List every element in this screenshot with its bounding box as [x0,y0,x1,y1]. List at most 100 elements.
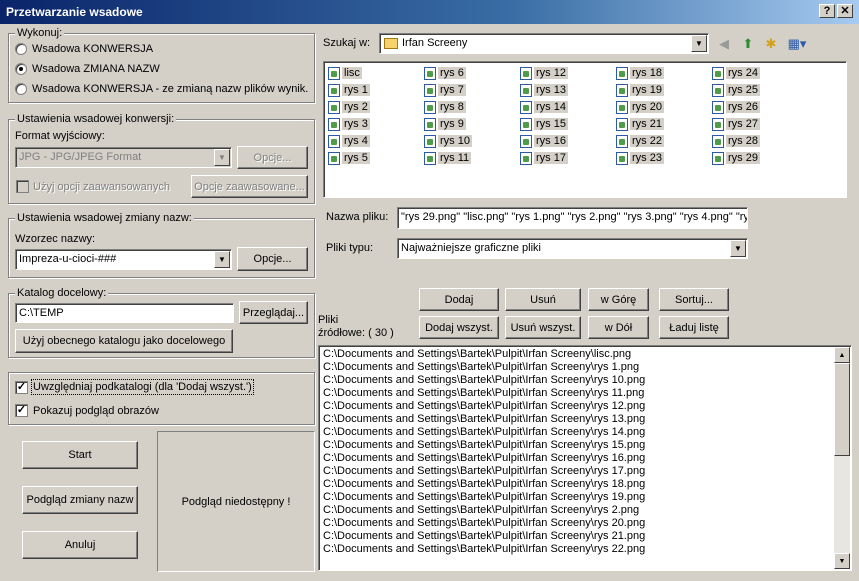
file-item[interactable]: rys 25 [712,82,764,98]
advanced-options-checkbox[interactable] [16,180,29,193]
list-item[interactable]: C:\Documents and Settings\Bartek\Pulpit\… [323,361,639,374]
preview-rename-button[interactable]: Podgląd zmiany nazw [22,486,138,514]
list-item[interactable]: C:\Documents and Settings\Bartek\Pulpit\… [323,374,645,387]
file-item[interactable]: rys 27 [712,116,764,132]
file-item[interactable]: rys 26 [712,99,764,115]
load-list-button[interactable]: Ładuj listę [659,316,729,339]
list-item[interactable]: C:\Documents and Settings\Bartek\Pulpit\… [323,348,631,361]
file-item[interactable]: rys 15 [520,116,572,132]
advanced-options-button[interactable]: Opcje zaawasowane... [191,175,308,198]
browse-button[interactable]: Przeglądaj... [239,301,308,324]
list-item[interactable]: C:\Documents and Settings\Bartek\Pulpit\… [323,439,645,452]
list-item[interactable]: C:\Documents and Settings\Bartek\Pulpit\… [323,530,645,543]
view-menu-icon[interactable]: ▦▾ [784,34,810,54]
file-item[interactable]: rys 9 [424,116,470,132]
format-select[interactable]: JPG - JPG/JPEG Format ▼ [15,147,232,168]
remove-all-button[interactable]: Usuń wszyst. [505,316,581,339]
file-item[interactable]: rys 1 [328,82,374,98]
file-item[interactable]: rys 29 [712,150,764,166]
file-item[interactable]: rys 18 [616,65,668,81]
file-item[interactable]: rys 13 [520,82,572,98]
file-item[interactable]: rys 5 [328,150,374,166]
start-button[interactable]: Start [22,441,138,469]
add-all-button[interactable]: Dodaj wszyst. [419,316,499,339]
new-folder-icon[interactable]: ✱ [761,34,781,54]
image-file-icon [328,117,340,131]
file-item[interactable]: rys 11 [424,150,475,166]
chevron-down-icon[interactable]: ▼ [214,149,230,166]
flags-group [8,372,315,425]
file-item[interactable]: rys 24 [712,65,764,81]
radio-rename-label[interactable]: Wsadowa ZMIANA NAZW [32,63,160,75]
radio-rename[interactable] [15,63,27,75]
radio-conversion[interactable] [15,43,27,55]
file-item[interactable]: rys 3 [328,116,374,132]
target-path-input[interactable]: C:\TEMP [15,303,234,323]
chevron-down-icon[interactable]: ▼ [730,240,746,257]
remove-button[interactable]: Usuń [505,288,581,311]
up-folder-icon[interactable]: ⬆ [738,34,758,54]
list-item[interactable]: C:\Documents and Settings\Bartek\Pulpit\… [323,504,639,517]
show-preview-checkbox[interactable]: ✓ [15,404,28,417]
list-item[interactable]: C:\Documents and Settings\Bartek\Pulpit\… [323,387,644,400]
include-subfolders-checkbox[interactable]: ✓ [15,381,28,394]
file-item[interactable]: rys 22 [616,133,668,149]
list-item[interactable]: C:\Documents and Settings\Bartek\Pulpit\… [323,517,645,530]
image-file-icon [616,83,628,97]
filetype-select[interactable]: Najważniejsze graficzne pliki ▼ [397,238,748,259]
move-up-button[interactable]: w Górę [588,288,649,311]
close-button[interactable]: ✕ [837,4,853,18]
include-subfolders-label[interactable]: Uwzględniaj podkatalogi (dla 'Dodaj wszy… [31,379,254,395]
rename-options-button[interactable]: Opcje... [237,247,308,271]
list-item[interactable]: C:\Documents and Settings\Bartek\Pulpit\… [323,400,645,413]
look-in-combo[interactable]: Irfan Screeny ▼ [379,33,709,54]
image-preview-panel: Podgląd niedostępny ! [157,431,315,572]
scroll-up-icon[interactable]: ▲ [834,347,850,363]
file-item[interactable]: rys 12 [520,65,572,81]
radio-conversion-label[interactable]: Wsadowa KONWERSJA [32,43,153,55]
list-item[interactable]: C:\Documents and Settings\Bartek\Pulpit\… [323,491,645,504]
advanced-options-label[interactable]: Użyj opcji zaawansowanych [33,181,170,193]
back-arrow-icon[interactable]: ◀ [714,34,734,54]
scroll-thumb[interactable] [834,363,850,456]
radio-conversion-rename[interactable] [15,83,27,95]
list-item[interactable]: C:\Documents and Settings\Bartek\Pulpit\… [323,413,645,426]
file-item[interactable]: rys 16 [520,133,572,149]
file-item[interactable]: rys 19 [616,82,668,98]
list-item[interactable]: C:\Documents and Settings\Bartek\Pulpit\… [323,426,645,439]
scroll-down-icon[interactable]: ▼ [834,553,850,569]
list-item[interactable]: C:\Documents and Settings\Bartek\Pulpit\… [323,452,645,465]
chevron-down-icon[interactable]: ▼ [691,35,707,52]
file-item[interactable]: rys 10 [424,133,476,149]
file-item[interactable]: rys 6 [424,65,470,81]
file-item[interactable]: rys 4 [328,133,374,149]
use-current-folder-button[interactable]: Użyj obecnego katalogu jako docelowego [15,329,233,353]
file-item[interactable]: lisc [328,65,366,81]
sort-button[interactable]: Sortuj... [659,288,729,311]
source-files-list[interactable]: C:\Documents and Settings\Bartek\Pulpit\… [318,345,852,571]
add-button[interactable]: Dodaj [419,288,499,311]
file-item[interactable]: rys 28 [712,133,764,149]
file-item[interactable]: rys 8 [424,99,470,115]
rename-group-title: Ustawienia wsadowej zmiany nazw: [15,212,194,224]
file-item[interactable]: rys 23 [616,150,668,166]
help-button[interactable]: ? [819,4,835,18]
list-item[interactable]: C:\Documents and Settings\Bartek\Pulpit\… [323,543,645,556]
file-browser-pane[interactable]: lisc rys 1 rys 2 rys 3 rys 4 rys 5 rys 6 rys 7 r… [323,61,847,198]
radio-conversion-rename-label[interactable]: Wsadowa KONWERSJA - ze zmianą nazw plikó… [32,83,308,95]
file-item[interactable]: rys 7 [424,82,470,98]
file-item[interactable]: rys 2 [328,99,374,115]
list-item[interactable]: C:\Documents and Settings\Bartek\Pulpit\… [323,478,645,491]
chevron-down-icon[interactable]: ▼ [214,251,230,268]
cancel-button[interactable]: Anuluj [22,531,138,559]
pattern-combo[interactable]: Impreza-u-cioci-### ▼ [15,249,232,270]
file-item[interactable]: rys 14 [520,99,572,115]
filename-input[interactable]: "rys 29.png" "lisc.png" "rys 1.png" "rys… [397,207,748,229]
file-item[interactable]: rys 20 [616,99,668,115]
list-item[interactable]: C:\Documents and Settings\Bartek\Pulpit\… [323,465,645,478]
format-options-button[interactable]: Opcje... [237,146,308,169]
file-item[interactable]: rys 21 [616,116,668,132]
file-item[interactable]: rys 17 [520,150,572,166]
show-preview-label[interactable]: Pokazuj podgląd obrazów [33,405,159,417]
move-down-button[interactable]: w Dół [588,316,649,339]
